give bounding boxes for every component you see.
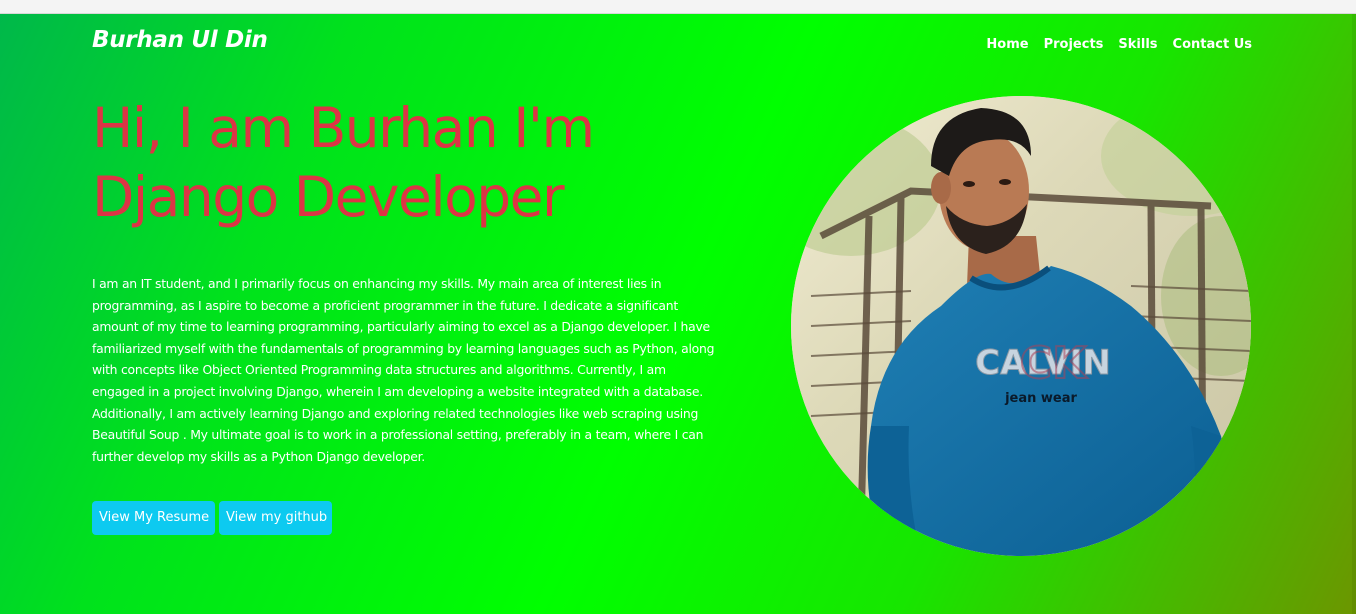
portfolio-page: Burhan Ul Din Home Projects Skills Conta… — [0, 14, 1356, 614]
nav-contact-link[interactable]: Contact Us — [1173, 37, 1252, 52]
nav-home-link[interactable]: Home — [986, 37, 1028, 52]
bio-paragraph: I am an IT student, and I primarily focu… — [92, 276, 715, 464]
nav-projects-link[interactable]: Projects — [1044, 37, 1104, 52]
hero-headline: Hi, I am Burhan I'm Django Developer — [92, 94, 712, 232]
headline-line-1: Hi, I am Burhan I'm — [92, 96, 595, 160]
view-resume-button[interactable]: View My Resume — [92, 501, 215, 535]
main-nav: Home Projects Skills Contact Us — [986, 37, 1252, 52]
browser-bookmarks-bar — [0, 0, 1356, 14]
profile-photo-illustration: CALVIN jean wear CK — [791, 96, 1251, 556]
nav-skills-link[interactable]: Skills — [1118, 37, 1157, 52]
page-scrollbar[interactable] — [1352, 14, 1356, 614]
profile-photo: CALVIN jean wear CK — [791, 96, 1251, 556]
headline-line-2: Django Developer — [92, 165, 565, 229]
brand-name[interactable]: Burhan Ul Din — [92, 27, 268, 53]
shirt-sub-text: jean wear — [1004, 391, 1077, 406]
view-github-button[interactable]: View my github — [219, 501, 332, 535]
shirt-mark-text: CK — [1020, 338, 1088, 389]
